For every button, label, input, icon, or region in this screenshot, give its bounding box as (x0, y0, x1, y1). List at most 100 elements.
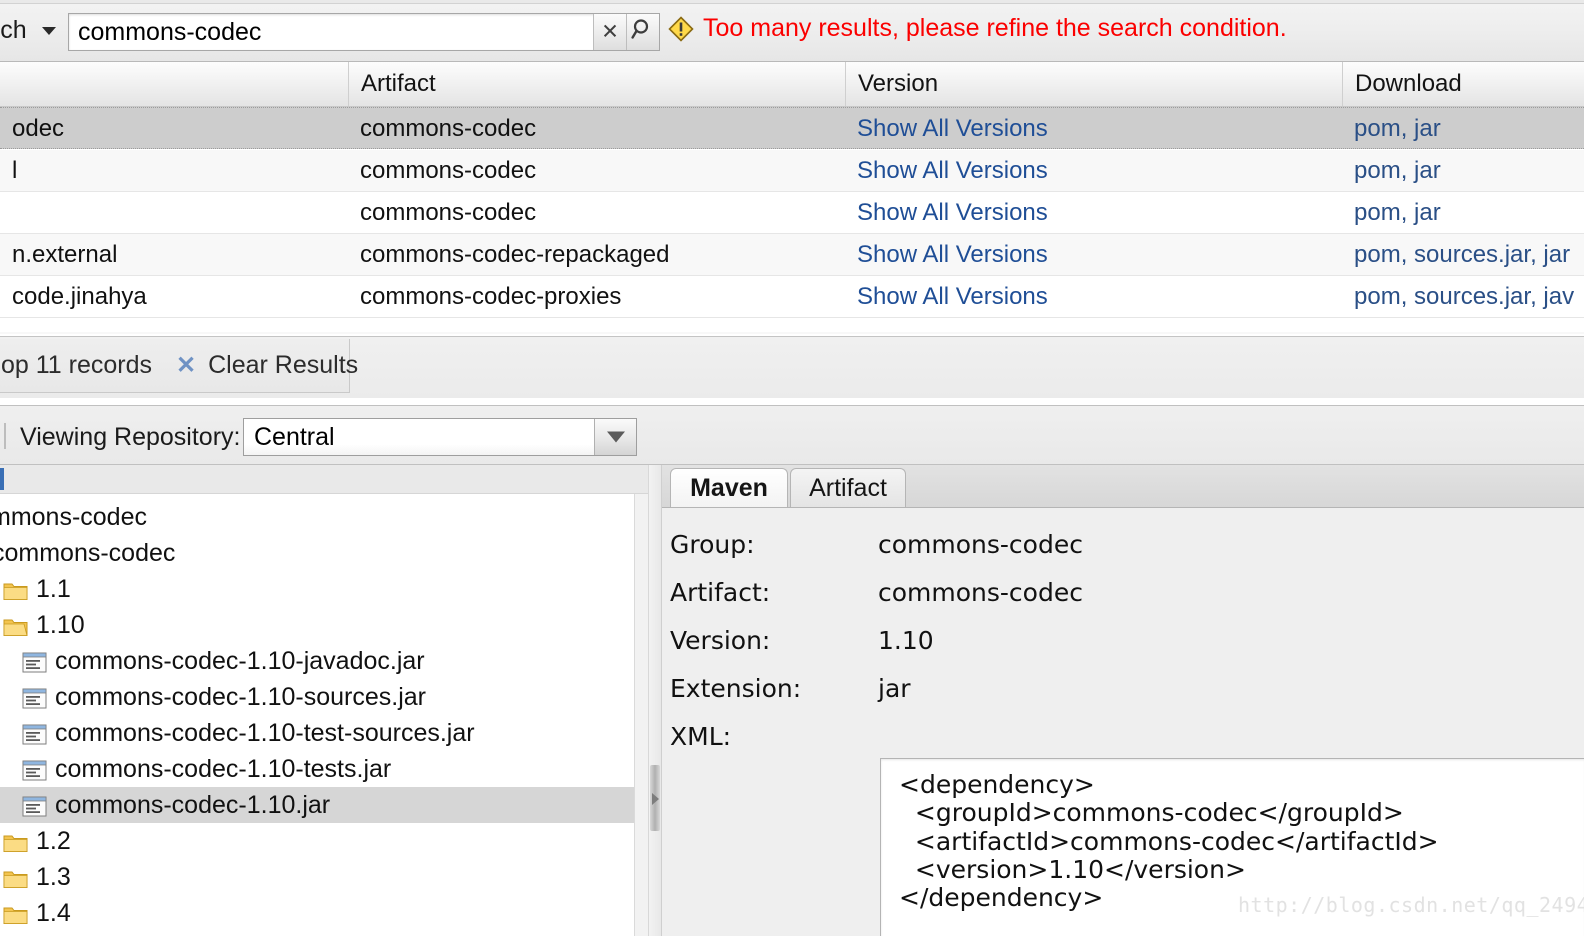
tree-item-label: commons-codec-1.10-javadoc.jar (55, 646, 425, 675)
table-row-partial[interactable]: Show All Versions pom, sources.jar, jar (0, 332, 1584, 334)
tab-artifact[interactable]: Artifact (790, 468, 906, 507)
cell-download-links[interactable]: pom, sources.jar, jar (1342, 332, 1570, 334)
tab-maven[interactable]: Maven (670, 468, 788, 507)
app-window: arch ✕ (0, 0, 1584, 936)
tree-item-version[interactable]: 1.1 (0, 571, 648, 607)
tree-item-file[interactable]: commons-codec-1.10-javadoc.jar (0, 643, 648, 679)
chevron-down-icon (606, 431, 625, 443)
cell-group: odec (12, 115, 65, 142)
cell-version-link[interactable]: Show All Versions (845, 192, 1342, 234)
tree-item-file[interactable]: commons-codec-1.10-sources.jar (0, 679, 648, 715)
jar-file-icon (22, 795, 47, 816)
records-count-label: op 11 records (1, 351, 153, 379)
clear-search-button[interactable]: ✕ (593, 14, 626, 50)
folder-icon (3, 867, 28, 888)
column-header-artifact[interactable]: Artifact (348, 62, 845, 106)
panel-splitter[interactable] (648, 465, 662, 936)
tree-item-label: commons-codec-1.10-tests.jar (55, 754, 392, 783)
tree-item-version[interactable]: 1.3 (0, 859, 648, 895)
search-input[interactable] (69, 14, 593, 50)
repository-select[interactable]: Central (243, 418, 637, 456)
cell-download-links[interactable]: pom, jar (1342, 150, 1584, 192)
chevron-right-icon[interactable] (652, 793, 659, 805)
tree-header-marker (0, 468, 4, 490)
column-header-group[interactable] (0, 62, 348, 106)
group-value: commons-codec (878, 530, 1083, 559)
group-label: Group: (670, 530, 755, 559)
tree-item-label: commons-codec (0, 538, 176, 567)
cell-download-links[interactable]: pom, sources.jar, jav (1342, 276, 1584, 318)
column-header-download[interactable]: Download (1342, 62, 1584, 106)
search-field[interactable]: ✕ (68, 13, 660, 51)
artifact-value: commons-codec (878, 578, 1083, 607)
repository-dropdown-button[interactable] (594, 419, 636, 455)
tree-header (0, 465, 648, 494)
detail-tab-body: Group: commons-codec Artifact: commons-c… (662, 507, 1584, 936)
cell-version-link[interactable]: Show All Versions (845, 150, 1342, 192)
tree-item-artifact[interactable]: commons-codec (0, 535, 648, 571)
tree-item-version[interactable]: 1.2 (0, 823, 648, 859)
cell-version-link[interactable]: Show All Versions (845, 108, 1342, 150)
cell-download-links[interactable]: pom, jar (1342, 192, 1584, 234)
warning-icon (668, 15, 694, 42)
cell-artifact: commons-codec (360, 157, 537, 184)
clear-results-button[interactable]: Clear Results (208, 351, 358, 380)
search-button[interactable] (626, 14, 659, 50)
cell-download-links[interactable]: pom, jar (1342, 108, 1584, 150)
tree-item-label: commons-codec-1.10-sources.jar (55, 682, 426, 711)
folder-open-icon (3, 615, 28, 636)
table-row[interactable]: code.jinahya commons-codec-proxies Show … (0, 276, 1584, 318)
jar-file-icon (22, 687, 47, 708)
cell-version-link[interactable]: Show All Versions (845, 276, 1342, 318)
table-row[interactable]: n.external commons-codec-repackaged Show… (0, 234, 1584, 276)
tree-item-label: 1.4 (36, 898, 71, 927)
repository-selected-value: Central (254, 423, 335, 451)
watermark: http://blog.csdn.net/qq_24942951 (1238, 893, 1584, 917)
cell-group (0, 192, 348, 234)
close-icon[interactable]: ✕ (176, 351, 196, 380)
tree-item-label: 1.1 (36, 574, 71, 603)
table-row[interactable]: l commons-codec Show All Versions pom, j… (0, 150, 1584, 192)
tree-item-version[interactable]: 1.4 (0, 895, 648, 931)
detail-tabstrip: Maven Artifact (662, 465, 1584, 507)
jar-file-icon (22, 759, 47, 780)
extension-label: Extension: (670, 674, 802, 703)
records-toolbar: op 11 records ✕ Clear Results (0, 336, 1584, 398)
cell-artifact: commons-codec (360, 115, 537, 142)
tree-item-group[interactable]: mmons-codec (0, 499, 648, 535)
xml-label: XML: (670, 722, 732, 751)
table-row[interactable]: odec commons-codec Show All Versions pom… (0, 107, 1584, 149)
folder-icon (3, 579, 28, 600)
artifact-label: Artifact: (670, 578, 771, 607)
cell-artifact: commons-codec (360, 199, 537, 226)
tree-item-file[interactable]: commons-codec-1.10-tests.jar (0, 751, 648, 787)
repository-toolbar: Viewing Repository: Central (0, 405, 1584, 465)
jar-file-icon (22, 651, 47, 672)
cell-group: l (12, 157, 18, 184)
table-row[interactable]: commons-codec Show All Versions pom, jar (0, 192, 1584, 234)
cell-download-links[interactable]: pom, sources.jar, jar (1342, 234, 1584, 276)
tree-item-file-selected[interactable]: commons-codec-1.10.jar (0, 787, 648, 823)
records-tab[interactable]: op 11 records ✕ Clear Results (0, 339, 358, 393)
tree-item-version[interactable]: 1.10 (0, 607, 648, 643)
chevron-down-icon[interactable] (42, 27, 56, 35)
cell-version-link[interactable]: Show All Versions (845, 332, 1048, 334)
cell-version-link[interactable]: Show All Versions (845, 234, 1342, 276)
folder-icon (3, 831, 28, 852)
tree-item-label: 1.10 (36, 610, 85, 639)
tree-item-label: commons-codec-1.10.jar (55, 790, 331, 819)
column-header-version[interactable]: Version (845, 62, 1342, 106)
search-icon (631, 18, 655, 47)
tree-scrollbar[interactable] (634, 494, 648, 936)
folder-icon (3, 903, 28, 924)
version-value: 1.10 (878, 626, 934, 655)
tree-item-file[interactable]: commons-codec-1.10-test-sources.jar (0, 715, 648, 751)
artifact-detail-panel: Maven Artifact Group: commons-codec Arti… (662, 465, 1584, 936)
tree-item-label: 1.2 (36, 826, 71, 855)
tree-item-label: 1.3 (36, 862, 71, 891)
cell-artifact: commons-codec-repackaged (360, 241, 670, 268)
warning-text: Too many results, please refine the sear… (703, 14, 1287, 42)
viewing-repository-label: Viewing Repository: (20, 423, 241, 451)
search-menu-label[interactable]: arch (0, 16, 27, 45)
tree-item-label: mmons-codec (0, 502, 147, 531)
